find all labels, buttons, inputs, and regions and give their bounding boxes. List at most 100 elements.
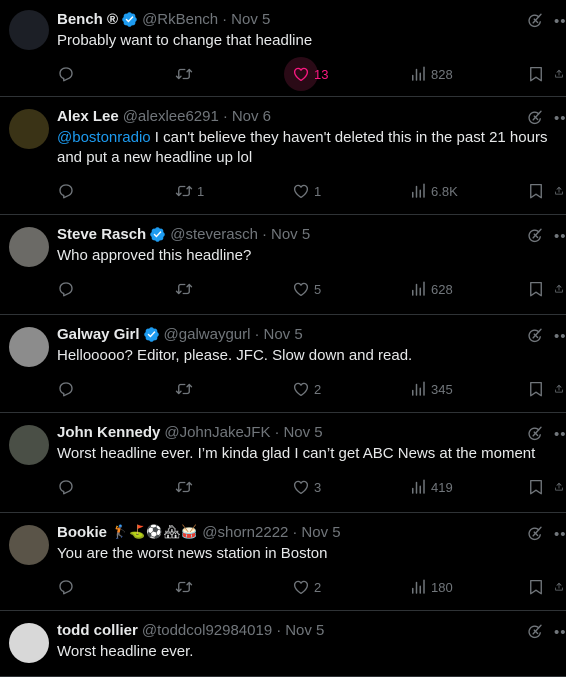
reply-feed: Bench ® @RkBench · Nov 5 ••• Probably wa… — [0, 0, 566, 677]
views-button[interactable]: 180 — [409, 578, 453, 596]
views-button[interactable]: 345 — [409, 380, 453, 398]
tweet-date[interactable]: Nov 5 — [263, 326, 302, 343]
tweet-date[interactable]: Nov 5 — [301, 524, 340, 541]
display-name[interactable]: todd collier — [57, 622, 138, 639]
bookmark-button[interactable] — [527, 182, 545, 200]
verified-badge-icon — [143, 326, 159, 342]
share-button[interactable] — [554, 65, 564, 83]
display-name[interactable]: Alex Lee — [57, 108, 119, 125]
bookmark-button[interactable] — [527, 280, 545, 298]
tweet-date[interactable]: Nov 5 — [231, 11, 270, 28]
views-count: 828 — [431, 66, 453, 82]
more-icon[interactable]: ••• — [554, 13, 566, 30]
grok-icon[interactable] — [526, 525, 544, 543]
bookmark-icon — [530, 381, 542, 397]
bookmark-button[interactable] — [527, 380, 545, 398]
avatar[interactable] — [9, 109, 49, 149]
reply-button[interactable] — [57, 65, 79, 83]
like-button[interactable]: 3 — [292, 478, 321, 496]
tweet[interactable]: Steve Rasch @steverasch · Nov 5 ••• Who … — [0, 215, 566, 315]
reply-button[interactable] — [57, 280, 79, 298]
display-name[interactable]: Steve Rasch — [57, 226, 146, 243]
reply-icon — [59, 480, 73, 495]
share-button[interactable] — [554, 478, 564, 496]
mention-link[interactable]: @bostonradio — [57, 129, 151, 146]
bookmark-button[interactable] — [527, 65, 545, 83]
tweet[interactable]: Galway Girl @galwaygurl · Nov 5 ••• Hell… — [0, 315, 566, 413]
grok-icon[interactable] — [526, 425, 544, 443]
tweet-top-icons: ••• — [526, 227, 566, 245]
avatar[interactable] — [9, 525, 49, 565]
grok-icon[interactable] — [526, 227, 544, 245]
retweet-button[interactable] — [175, 478, 197, 496]
tweet-actions: 13 828 — [57, 57, 566, 93]
user-handle[interactable]: @alexlee6291 — [123, 108, 219, 125]
grok-icon[interactable] — [526, 109, 544, 127]
like-button[interactable]: 5 — [292, 280, 321, 298]
user-handle[interactable]: @shorn2222 — [202, 524, 288, 541]
avatar[interactable] — [9, 623, 49, 663]
more-icon[interactable]: ••• — [554, 624, 566, 641]
views-button[interactable]: 419 — [409, 478, 453, 496]
tweet[interactable]: Alex Lee @alexlee6291 · Nov 6 ••• @bosto… — [0, 97, 566, 215]
separator-dot: · — [222, 107, 228, 125]
tweet-date[interactable]: Nov 5 — [283, 424, 322, 441]
grok-icon[interactable] — [526, 327, 544, 345]
reply-button[interactable] — [57, 182, 79, 200]
bookmark-icon — [530, 281, 542, 297]
avatar[interactable] — [9, 425, 49, 465]
tweet[interactable]: Bench ® @RkBench · Nov 5 ••• Probably wa… — [0, 0, 566, 97]
tweet-date[interactable]: Nov 6 — [232, 108, 271, 125]
more-icon[interactable]: ••• — [554, 228, 566, 245]
tweet-header: Bench ® @RkBench · Nov 5 — [57, 10, 566, 28]
like-button[interactable]: 1 — [292, 182, 321, 200]
avatar[interactable] — [9, 327, 49, 367]
share-icon — [555, 186, 563, 195]
grok-icon[interactable] — [526, 623, 544, 641]
user-handle[interactable]: @JohnJakeJFK — [164, 424, 270, 441]
share-button[interactable] — [554, 182, 564, 200]
tweet-body: You are the worst news station in Boston — [57, 545, 328, 562]
tweet-date[interactable]: Nov 5 — [285, 622, 324, 639]
user-handle[interactable]: @toddcol92984019 — [142, 622, 272, 639]
display-name[interactable]: John Kennedy — [57, 424, 160, 441]
views-button[interactable]: 828 — [409, 65, 453, 83]
display-name[interactable]: Galway Girl — [57, 326, 140, 343]
display-name[interactable]: Bench ® — [57, 11, 118, 28]
retweet-button[interactable] — [175, 65, 197, 83]
like-button[interactable]: 13 — [284, 57, 328, 91]
more-icon[interactable]: ••• — [554, 110, 566, 127]
user-handle[interactable]: @galwaygurl — [164, 326, 251, 343]
user-handle[interactable]: @RkBench — [142, 11, 218, 28]
share-button[interactable] — [554, 578, 564, 596]
bookmark-button[interactable] — [527, 478, 545, 496]
tweet[interactable]: Bookie 🏌⛳⚽🏘🥁 @shorn2222 · Nov 5 ••• You … — [0, 513, 566, 611]
avatar[interactable] — [9, 10, 49, 50]
like-button[interactable]: 2 — [292, 380, 321, 398]
avatar[interactable] — [9, 227, 49, 267]
retweet-icon — [175, 581, 193, 593]
bookmark-button[interactable] — [527, 578, 545, 596]
user-handle[interactable]: @steverasch — [170, 226, 258, 243]
views-button[interactable]: 628 — [409, 280, 453, 298]
retweet-button[interactable] — [175, 578, 197, 596]
like-button[interactable]: 2 — [292, 578, 321, 596]
retweet-button[interactable]: 1 — [175, 182, 204, 200]
tweet[interactable]: todd collier @toddcol92984019 · Nov 5 ••… — [0, 611, 566, 677]
more-icon[interactable]: ••• — [554, 426, 566, 443]
share-button[interactable] — [554, 280, 564, 298]
tweet-date[interactable]: Nov 5 — [271, 226, 310, 243]
retweet-button[interactable] — [175, 380, 197, 398]
grok-icon[interactable] — [526, 12, 544, 30]
more-icon[interactable]: ••• — [554, 526, 566, 543]
tweet[interactable]: John Kennedy @JohnJakeJFK · Nov 5 ••• Wo… — [0, 413, 566, 513]
retweet-button[interactable] — [175, 280, 197, 298]
share-button[interactable] — [554, 380, 564, 398]
reply-button[interactable] — [57, 578, 79, 596]
reply-button[interactable] — [57, 478, 79, 496]
display-name[interactable]: Bookie — [57, 524, 107, 541]
views-button[interactable]: 6.8K — [409, 182, 458, 200]
views-icon — [412, 66, 425, 81]
reply-button[interactable] — [57, 380, 79, 398]
more-icon[interactable]: ••• — [554, 328, 566, 345]
